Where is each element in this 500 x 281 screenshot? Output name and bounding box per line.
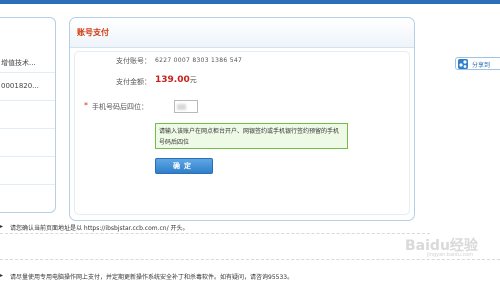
share-label: 分享到 [472,62,491,69]
share-widget[interactable]: 分享到 [455,57,500,70]
account-label: 支付账号： [116,57,151,65]
order-row [0,100,55,129]
amount-value-group: 139.00元 [155,75,197,85]
order-row [0,156,55,185]
notice-text: 请尽量使用专用电脑操作网上支付，并定期更新操作系统安全补丁和杀毒软件。如有疑问，… [10,274,294,281]
divider [0,259,500,260]
account-value: 6227 0007 8303 1386 547 [155,57,243,64]
top-bar [0,0,500,4]
watermark-url: jingyan.baidu.com [427,252,474,258]
order-row-text: 增值技术... [1,59,36,67]
panel-title: 账号支付 [77,28,109,37]
account-payment-panel: 账号支付 [69,17,415,221]
bullet-icon: ▸ [0,223,4,230]
order-row [0,128,55,157]
baidu-watermark: Baidu经验 jingyan.baidu.com [405,235,495,258]
bullet-icon: ▸ [0,272,4,279]
amount-label: 支付金额： [116,78,151,86]
order-row: 0001820... [0,72,55,101]
phone-label: 手机号码后四位： [92,103,148,111]
phone-hint-tooltip: 请输入该账户在网点柜台开户、网银签约或手机银行签约预留的手机号码后四位 [155,123,348,149]
required-mark: * [84,101,88,110]
divider [0,233,430,234]
order-row-text: 0001820... [1,82,39,90]
amount-unit: 元 [189,76,197,84]
amount-value: 139.00 [155,75,190,85]
notice-text: 请您确认当前页面地址是以 https://ibsbjstar.ccb.com.c… [10,225,189,232]
order-row: 增值技术... [0,52,55,73]
share-icon [458,59,468,69]
confirm-button[interactable]: 确定 [155,158,213,174]
phone-last-four-input[interactable] [174,100,198,113]
order-info-panel: 增值技术... 0001820... [0,17,56,213]
masked-digits [177,104,186,110]
panel-header: 账号支付 [70,18,414,48]
